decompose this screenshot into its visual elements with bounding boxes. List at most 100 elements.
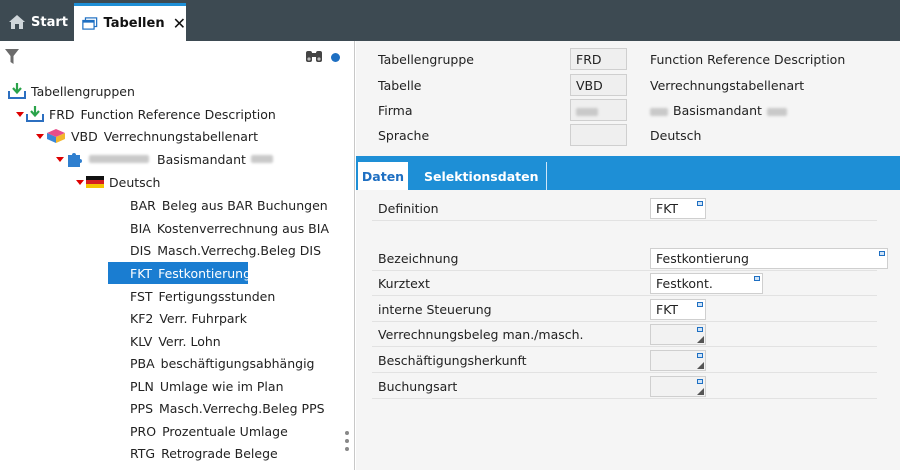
definition-field[interactable]: FKT: [650, 198, 706, 219]
tree-root[interactable]: Tabellengruppen: [8, 80, 135, 102]
binoculars-icon[interactable]: [305, 49, 323, 63]
bezeichnung-value: Festkontierung: [656, 251, 749, 266]
dropdown-corner-icon[interactable]: [697, 388, 704, 395]
expand-arrow-icon[interactable]: [56, 156, 64, 162]
tree-panel: Tabellengruppen FRD Function Reference D…: [0, 41, 355, 470]
tab-tabellen-label: Tabellen: [103, 16, 165, 31]
tree-item-fst[interactable]: FST Fertigungsstunden: [130, 285, 275, 307]
tree-toolbar: [0, 41, 354, 71]
tree-item-bar[interactable]: BAR Beleg aus BAR Buchungen: [130, 194, 328, 216]
lookup-icon[interactable]: [697, 353, 703, 358]
sprache-field: [570, 124, 627, 146]
field-description: Deutsch: [650, 128, 702, 143]
tree-item-frd[interactable]: FRD Function Reference Description: [16, 103, 276, 125]
redacted-text: [89, 155, 149, 163]
colored-cube-icon: [47, 129, 65, 143]
lookup-icon[interactable]: [697, 302, 703, 307]
form-row-bezeichnung: Bezeichnung Festkontierung: [372, 246, 888, 271]
tree-item-code: KLV: [130, 333, 153, 349]
verrechnungsbeleg-field[interactable]: [650, 324, 706, 345]
puzzle-icon: [68, 153, 82, 167]
field-label: Bezeichnung: [378, 251, 459, 266]
german-flag-icon: [86, 176, 104, 188]
expand-arrow-icon[interactable]: [16, 111, 24, 117]
tree-item-label: Retrograde Belege: [161, 445, 278, 461]
tree-item-klv[interactable]: KLV Verr. Lohn: [130, 330, 221, 352]
dropdown-corner-icon[interactable]: [697, 336, 704, 343]
lookup-icon[interactable]: [697, 379, 703, 384]
tree-item-label: Deutsch: [109, 174, 161, 190]
tree-item-label: Festkontierung: [158, 265, 252, 281]
field-label: Definition: [378, 201, 439, 216]
header-row-tabelle: Tabelle VBD Verrechnungstabellenart: [356, 73, 900, 99]
field-label: Beschäftigungsherkunft: [378, 353, 527, 368]
bezeichnung-field[interactable]: Festkontierung: [650, 248, 888, 269]
lookup-icon[interactable]: [697, 327, 703, 332]
firma-description-text: Basismandant: [673, 103, 762, 118]
tree-item-label: Verr. Lohn: [158, 333, 221, 349]
kurztext-field[interactable]: Festkont.: [650, 273, 763, 294]
expand-arrow-icon[interactable]: [76, 179, 84, 185]
field-description: Basismandant: [650, 103, 787, 118]
field-label: Kurztext: [378, 276, 430, 291]
status-dot[interactable]: [331, 53, 340, 62]
beschaeftigungsherkunft-field[interactable]: [650, 350, 706, 371]
tree-item-kf2[interactable]: KF2 Verr. Fuhrpark: [130, 307, 247, 329]
tab-start[interactable]: Start: [0, 3, 70, 41]
tree-item-code: PLN: [130, 378, 154, 394]
redacted-text: [250, 155, 273, 163]
tree-item-label: Fertigungsstunden: [158, 288, 276, 304]
tree-item-pro[interactable]: PRO Prozentuale Umlage: [130, 420, 288, 442]
lookup-icon[interactable]: [697, 201, 703, 206]
tree-item-code: VBD: [71, 128, 98, 144]
tree-item-code: BAR: [130, 197, 156, 213]
tree-item-label: Verr. Fuhrpark: [159, 310, 247, 326]
tabelle-field: VBD: [570, 74, 627, 96]
tree-item-pln[interactable]: PLN Umlage wie im Plan: [130, 375, 284, 397]
tree-item-mandant[interactable]: Basismandant: [56, 148, 273, 170]
redacted-text: [766, 107, 787, 116]
interne-steuerung-field[interactable]: FKT: [650, 299, 706, 320]
form-row-verrechnungsbeleg: Verrechnungsbeleg man./masch.: [372, 322, 877, 347]
panel-splitter-handle[interactable]: [345, 431, 349, 455]
tree-item-code: KF2: [130, 310, 154, 326]
lookup-icon[interactable]: [879, 251, 885, 256]
tree-item-code: PBA: [130, 355, 155, 371]
tree-item-fkt[interactable]: FKT Festkontierung: [108, 262, 252, 284]
tree-item-code: FRD: [49, 106, 75, 122]
expand-arrow-icon[interactable]: [36, 133, 44, 139]
field-label: Firma: [378, 103, 413, 118]
table-window-icon: [82, 17, 98, 30]
download-tray-icon: [8, 83, 26, 99]
field-label: Tabellengruppe: [378, 52, 474, 67]
definition-value: FKT: [656, 201, 679, 216]
tree-item-vbd[interactable]: VBD Verrechnungstabellenart: [36, 125, 258, 147]
tree-item-dis[interactable]: DIS Masch.Verrechg.Beleg DIS: [130, 239, 321, 261]
tree-item-rtg[interactable]: RTG Retrograde Belege: [130, 442, 278, 464]
tree-item-language[interactable]: Deutsch: [76, 171, 160, 193]
form-row-definition: Definition FKT: [372, 196, 877, 221]
tree-item-label: Basismandant: [157, 151, 246, 167]
tab-daten[interactable]: Daten: [358, 162, 408, 190]
tree-item-pps[interactable]: PPS Masch.Verrechg.Beleg PPS: [130, 397, 325, 419]
tab-selektionsdaten[interactable]: Selektionsdaten: [416, 162, 548, 190]
close-icon[interactable]: ✕: [173, 15, 186, 32]
tree-root-label: Tabellengruppen: [31, 83, 135, 99]
buchungsart-field[interactable]: [650, 376, 706, 397]
tree-item-code: PPS: [130, 400, 154, 416]
firma-field: [570, 99, 627, 121]
lookup-icon[interactable]: [754, 276, 760, 281]
tree-item-pba[interactable]: PBA beschäftigungsabhängig: [130, 352, 315, 374]
filter-icon[interactable]: [5, 49, 19, 65]
field-label: Tabelle: [378, 78, 422, 93]
header-row-firma: Firma Basismandant: [356, 98, 900, 124]
tab-start-label: Start: [31, 14, 68, 30]
kurztext-value: Festkont.: [656, 276, 713, 291]
tab-tabellen[interactable]: Tabellen ✕: [74, 3, 186, 41]
tree-item-label: Kostenverrechnung aus BIA: [156, 220, 329, 236]
tree-item-code: PRO: [130, 423, 157, 439]
dropdown-corner-icon[interactable]: [697, 362, 704, 369]
form-row-buchungsart: Buchungsart: [372, 374, 877, 399]
tree-item-bia[interactable]: BIA Kostenverrechnung aus BIA: [130, 217, 329, 239]
tree-item-label: Umlage wie im Plan: [159, 378, 284, 394]
